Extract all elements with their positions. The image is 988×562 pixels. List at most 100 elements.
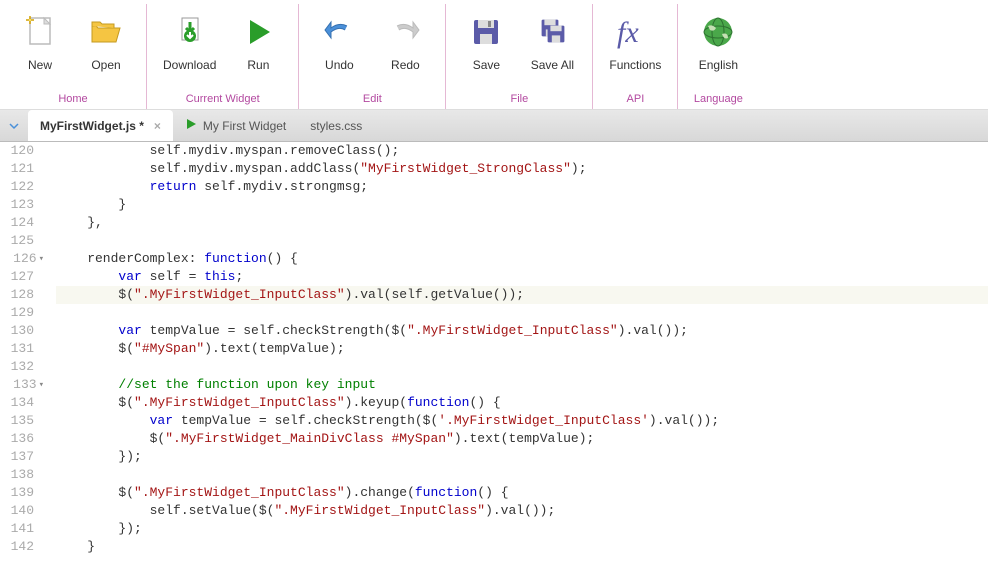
run-button[interactable]: Run xyxy=(226,4,290,76)
tab-myfirstwidget-js[interactable]: MyFirstWidget.js * × xyxy=(28,110,173,141)
code-line-138[interactable] xyxy=(56,466,988,484)
undo-icon xyxy=(315,8,363,56)
run-button-label: Run xyxy=(247,58,269,72)
gutter-line-123: 123 xyxy=(6,196,44,214)
gutter-line-125: 125 xyxy=(6,232,44,250)
globe-icon xyxy=(694,8,742,56)
code-line-127[interactable]: var self = this; xyxy=(56,268,988,286)
tab-styles-css[interactable]: styles.css xyxy=(298,110,374,141)
fold-marker[interactable]: ▾ xyxy=(39,250,44,268)
code-line-131[interactable]: $("#MySpan").text(tempValue); xyxy=(56,340,988,358)
saveall-icon xyxy=(528,8,576,56)
code-line-140[interactable]: self.setValue($(".MyFirstWidget_InputCla… xyxy=(56,502,988,520)
gutter-line-131: 131 xyxy=(6,340,44,358)
code-line-134[interactable]: $(".MyFirstWidget_InputClass").keyup(fun… xyxy=(56,394,988,412)
line-gutter: 120121122123124125126▾127128129130131132… xyxy=(0,142,50,562)
ribbon-group-home: New Open Home xyxy=(0,4,147,109)
ribbon-group-label: Current Widget xyxy=(186,93,260,109)
gutter-line-130: 130 xyxy=(6,322,44,340)
gutter-line-141: 141 xyxy=(6,520,44,538)
svg-text:fx: fx xyxy=(617,16,639,49)
code-line-137[interactable]: }); xyxy=(56,448,988,466)
english-button[interactable]: English xyxy=(686,4,750,76)
new-button-label: New xyxy=(28,58,52,72)
ribbon-group-label: Home xyxy=(58,93,87,109)
gutter-line-121: 121 xyxy=(6,160,44,178)
code-line-139[interactable]: $(".MyFirstWidget_InputClass").change(fu… xyxy=(56,484,988,502)
gutter-line-122: 122 xyxy=(6,178,44,196)
tab-myfirstwidget[interactable]: My First Widget xyxy=(173,110,298,141)
tab-myfirstwidget-js-label: MyFirstWidget.js * xyxy=(40,119,144,133)
redo-icon xyxy=(381,8,429,56)
ribbon-group-current-widget: Download Run Current Widget xyxy=(147,4,299,109)
ribbon-group-label: API xyxy=(627,93,645,109)
ribbon-group-api: fx Functions API xyxy=(593,4,678,109)
open-button-label: Open xyxy=(91,58,120,72)
code-line-129[interactable] xyxy=(56,304,988,322)
download-icon xyxy=(166,8,214,56)
undo-button[interactable]: Undo xyxy=(307,4,371,76)
code-line-120[interactable]: self.mydiv.myspan.removeClass(); xyxy=(56,142,988,160)
tab-dropdown[interactable] xyxy=(0,110,28,141)
gutter-line-142: 142 xyxy=(6,538,44,556)
new-icon xyxy=(16,8,64,56)
tab-styles-css-label: styles.css xyxy=(310,119,362,133)
code-editor[interactable]: 120121122123124125126▾127128129130131132… xyxy=(0,142,988,562)
gutter-line-128: 128 xyxy=(6,286,44,304)
ribbon-group-edit: Undo Redo Edit xyxy=(299,4,446,109)
gutter-line-139: 139 xyxy=(6,484,44,502)
english-button-label: English xyxy=(699,58,738,72)
chevron-down-icon xyxy=(9,121,19,131)
tab-myfirstwidget-label: My First Widget xyxy=(203,119,286,133)
code-line-141[interactable]: }); xyxy=(56,520,988,538)
code-line-133[interactable]: //set the function upon key input xyxy=(56,376,988,394)
tab-bar: MyFirstWidget.js * × My First Widget styles… xyxy=(0,110,988,142)
redo-button[interactable]: Redo xyxy=(373,4,437,76)
saveall-button-label: Save All xyxy=(531,58,574,72)
gutter-line-133: 133▾ xyxy=(6,376,44,394)
code-line-124[interactable]: }, xyxy=(56,214,988,232)
code-line-122[interactable]: return self.mydiv.strongmsg; xyxy=(56,178,988,196)
open-button[interactable]: Open xyxy=(74,4,138,76)
fold-marker[interactable]: ▾ xyxy=(39,376,44,394)
code-line-125[interactable] xyxy=(56,232,988,250)
code-line-121[interactable]: self.mydiv.myspan.addClass("MyFirstWidge… xyxy=(56,160,988,178)
code-line-135[interactable]: var tempValue = self.checkStrength($('.M… xyxy=(56,412,988,430)
functions-button[interactable]: fx Functions xyxy=(601,4,669,76)
save-icon xyxy=(462,8,510,56)
code-line-130[interactable]: var tempValue = self.checkStrength($(".M… xyxy=(56,322,988,340)
ribbon-group-file: Save Save All File xyxy=(446,4,593,109)
ribbon-group-label: Edit xyxy=(363,93,382,109)
run-icon xyxy=(234,8,282,56)
code-area[interactable]: self.mydiv.myspan.removeClass(); self.my… xyxy=(50,142,988,562)
save-button[interactable]: Save xyxy=(454,4,518,76)
gutter-line-134: 134 xyxy=(6,394,44,412)
ribbon-group-label: Language xyxy=(694,93,743,109)
code-line-128[interactable]: $(".MyFirstWidget_InputClass").val(self.… xyxy=(56,286,988,304)
code-line-132[interactable] xyxy=(56,358,988,376)
code-line-142[interactable]: } xyxy=(56,538,988,556)
undo-button-label: Undo xyxy=(325,58,354,72)
gutter-line-135: 135 xyxy=(6,412,44,430)
ribbon-group-label: File xyxy=(511,93,529,109)
close-icon[interactable]: × xyxy=(154,119,161,133)
open-icon xyxy=(82,8,130,56)
save-button-label: Save xyxy=(473,58,500,72)
code-line-123[interactable]: } xyxy=(56,196,988,214)
functions-button-label: Functions xyxy=(609,58,661,72)
code-line-126[interactable]: renderComplex: function() { xyxy=(56,250,988,268)
code-line-136[interactable]: $(".MyFirstWidget_MainDivClass #MySpan")… xyxy=(56,430,988,448)
download-button-label: Download xyxy=(163,58,216,72)
saveall-button[interactable]: Save All xyxy=(520,4,584,76)
gutter-line-136: 136 xyxy=(6,430,44,448)
gutter-line-129: 129 xyxy=(6,304,44,322)
gutter-line-137: 137 xyxy=(6,448,44,466)
new-button[interactable]: New xyxy=(8,4,72,76)
download-button[interactable]: Download xyxy=(155,4,224,76)
play-icon xyxy=(185,118,197,133)
gutter-line-120: 120 xyxy=(6,142,44,160)
ribbon-group-language: English Language xyxy=(678,4,758,109)
gutter-line-138: 138 xyxy=(6,466,44,484)
gutter-line-132: 132 xyxy=(6,358,44,376)
gutter-line-140: 140 xyxy=(6,502,44,520)
